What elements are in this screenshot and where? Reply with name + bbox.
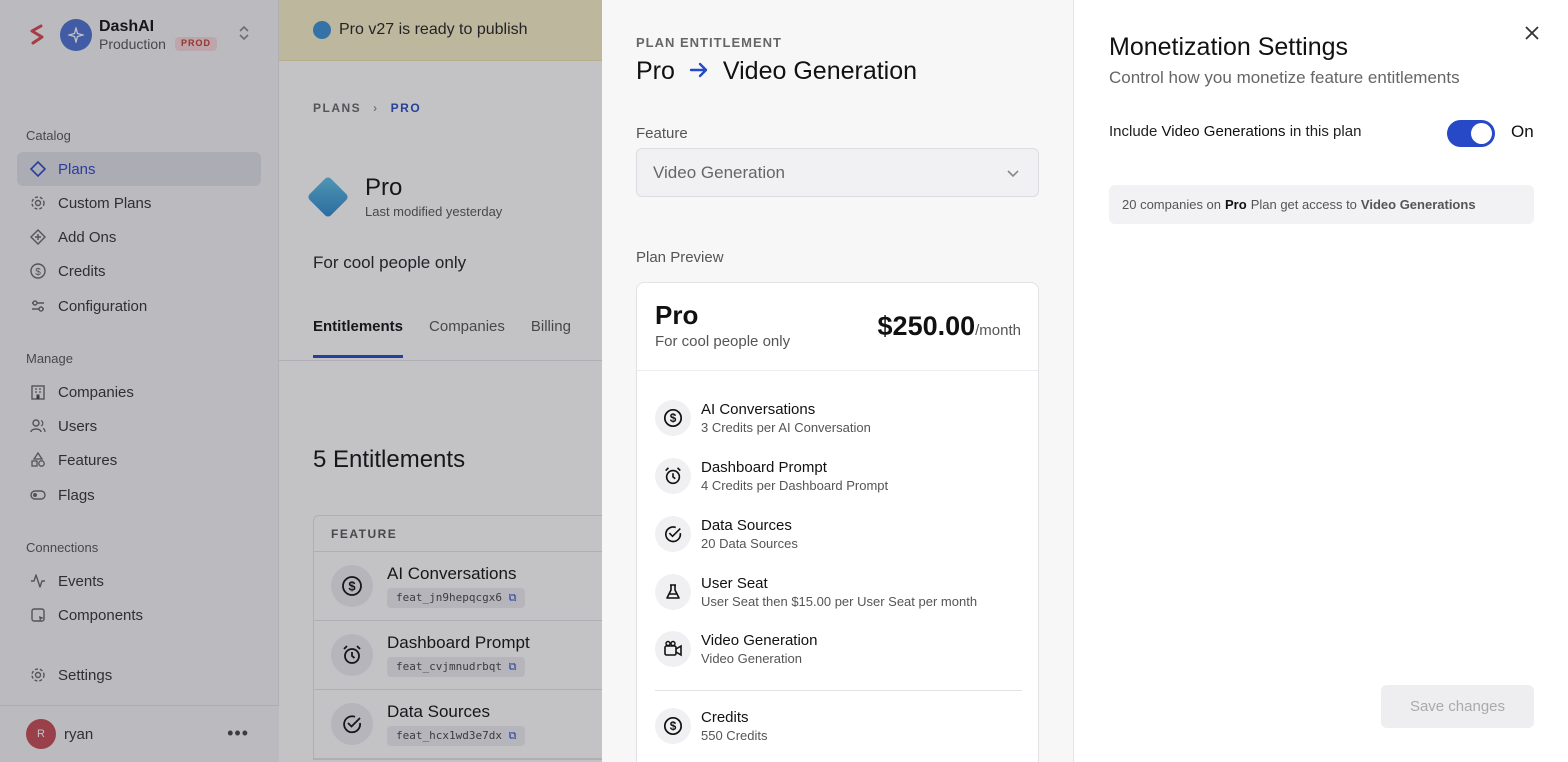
preview-item-title: AI Conversations [701,401,816,418]
credits-sub: 550 Credits [701,728,768,743]
plan-preview-label: Plan Preview [636,249,724,266]
panel-title: Monetization Settings [1109,33,1349,61]
credits-title: Credits [701,709,749,726]
preview-item-sub: 3 Credits per AI Conversation [701,420,871,435]
info-feature: Video Generations [1360,197,1476,212]
preview-item-sub: 4 Credits per Dashboard Prompt [701,478,889,493]
feature-select-value: Video Generation [653,162,786,182]
panel-eyebrow: PLAN ENTITLEMENT [636,35,782,50]
alarm-clock-icon [655,458,691,494]
preview-item-title: Data Sources [701,517,792,534]
preview-item-title: Dashboard Prompt [701,459,827,476]
toggle-knob [1471,123,1492,144]
monetization-settings-panel: Monetization Settings Control how you mo… [1074,0,1568,762]
preview-item: User Seat User Seat then $15.00 per User … [655,574,977,610]
price-period: /month [975,322,1021,339]
toggle-label: On [1511,122,1534,141]
video-camera-icon [655,631,691,667]
preview-item-sub: 20 Data Sources [701,536,798,551]
preview-item: Dashboard Prompt 4 Credits per Dashboard … [655,458,888,494]
chevron-down-icon [1006,163,1020,188]
preview-item: Video Generation Video Generation [655,631,817,667]
save-changes-button[interactable]: Save changes [1381,685,1534,728]
feature-select[interactable]: Video Generation [636,148,1039,197]
include-toggle[interactable] [1447,120,1495,147]
close-icon[interactable] [1520,22,1544,46]
plan-preview-card: Pro For cool people only $250.00/month $… [636,282,1039,762]
divider [655,690,1022,691]
price-amount: $250.00 [877,311,976,341]
panel-title-plan: Pro [636,57,675,85]
preview-item-title: Video Generation [701,632,818,649]
panel-subtitle: Control how you monetize feature entitle… [1109,68,1460,87]
preview-item-sub: Video Generation [701,651,802,666]
panel-title-feature: Video Generation [722,57,918,85]
include-feature-text: Include Video Generations in this plan [1109,123,1361,140]
flask-icon [655,574,691,610]
preview-item-sub: User Seat then $15.00 per User Seat per … [701,594,978,609]
preview-credits: $ Credits 550 Credits [655,708,767,744]
preview-item: Data Sources 20 Data Sources [655,516,798,552]
include-suffix: in this plan [1289,123,1362,140]
preview-plan-name: Pro [655,300,699,330]
svg-text:$: $ [670,719,677,733]
include-prefix: Include [1109,123,1158,140]
include-feature: Video Generations [1161,123,1286,140]
preview-item-title: User Seat [701,575,768,592]
access-info: 20 companies on Pro Plan get access to V… [1109,185,1534,224]
dollar-circle-icon: $ [655,708,691,744]
plan-entitlement-panel: PLAN ENTITLEMENT Pro Video Generation Fe… [602,0,1074,762]
info-middle: Plan get access to [1250,197,1357,212]
dollar-circle-icon: $ [655,400,691,436]
modal-backdrop[interactable] [0,0,602,762]
check-circle-icon [655,516,691,552]
info-prefix: 20 companies on [1122,197,1222,212]
preview-price: $250.00/month [878,311,1021,342]
preview-plan-description: For cool people only [655,333,791,350]
preview-item: $ AI Conversations 3 Credits per AI Conve… [655,400,871,436]
svg-text:$: $ [670,411,677,425]
panel-title: Pro Video Generation [636,57,917,86]
feature-label: Feature [636,125,688,142]
arrow-right-icon [689,58,709,86]
info-plan: Pro [1225,197,1247,212]
